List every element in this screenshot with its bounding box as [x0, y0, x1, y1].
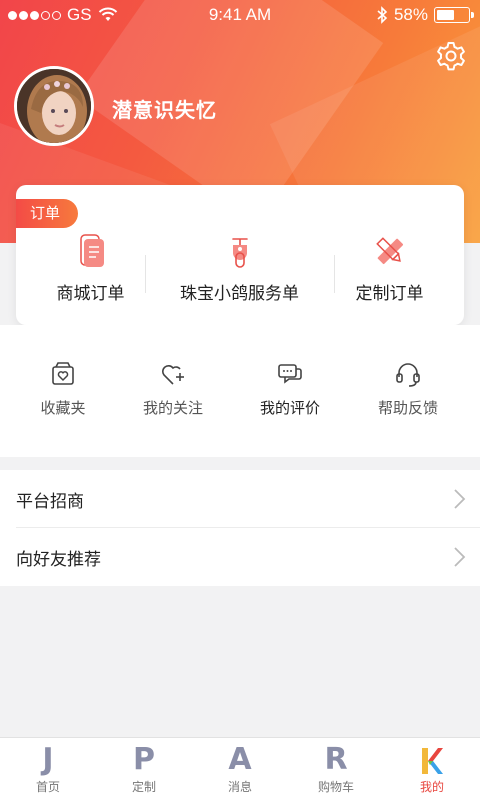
orders-tag: 订单 [16, 199, 78, 228]
quick-link-help[interactable]: 帮助反馈 [348, 360, 468, 418]
bluetooth-icon [377, 6, 388, 24]
order-item-label: 商城订单 [56, 284, 125, 303]
heart-folder-icon [52, 362, 74, 385]
document-icon [79, 234, 104, 267]
tab-custom-icon: P [133, 742, 155, 777]
menu-item-merchant[interactable]: 平台招商 [16, 470, 480, 528]
tab-label: 首页 [35, 780, 60, 794]
tab-mine-icon [384, 744, 480, 776]
tab-cart[interactable]: R 购物车 [288, 738, 384, 800]
quick-link-follow[interactable]: 我的关注 [113, 360, 233, 418]
order-card: 订单 商城订单 珠宝小鸽服务单 定制订单 [16, 185, 464, 325]
menu-item-label: 向好友推荐 [16, 550, 101, 569]
status-bar: GS 9:41 AM 58% [0, 0, 480, 30]
tab-messages-icon: A [228, 742, 252, 777]
order-item-service[interactable]: 珠宝小鸽服务单 [165, 231, 314, 311]
tab-bar: J 首页 P 定制 A 消息 R 购物车 我的 [0, 737, 480, 800]
tab-custom[interactable]: P 定制 [96, 738, 192, 800]
battery-percent: 58% [393, 5, 428, 24]
quick-link-favorites[interactable]: 收藏夹 [3, 360, 123, 418]
username[interactable]: 潜意识失忆 [112, 94, 217, 123]
heart-plus-icon [162, 365, 184, 385]
battery-icon [434, 7, 474, 23]
tab-home[interactable]: J 首页 [0, 738, 96, 800]
tab-label: 定制 [131, 780, 156, 794]
quick-link-reviews[interactable]: 我的评价 [230, 360, 350, 418]
scooter-icon [231, 238, 248, 268]
headset-icon [396, 363, 420, 387]
chat-bubbles-icon [278, 364, 302, 384]
tab-messages[interactable]: A 消息 [192, 738, 288, 800]
settings-gear-icon[interactable] [435, 40, 467, 72]
quick-link-label: 我的评价 [259, 400, 320, 417]
divider [145, 255, 146, 293]
tab-cart-icon: R [324, 742, 348, 777]
menu-item-label: 平台招商 [16, 492, 84, 511]
chevron-right-icon [454, 547, 466, 567]
tab-home-icon: J [42, 742, 54, 777]
battery-fill [437, 10, 454, 20]
menu-list: 平台招商 向好友推荐 [0, 470, 480, 586]
tab-mine[interactable]: 我的 [384, 738, 480, 800]
tab-label: 我的 [419, 780, 444, 794]
order-item-label: 定制订单 [355, 284, 424, 303]
order-item-custom[interactable]: 定制订单 [315, 231, 464, 311]
tab-label: 消息 [227, 780, 252, 794]
avatar[interactable] [14, 66, 94, 146]
chevron-right-icon [454, 489, 466, 509]
quick-link-label: 我的关注 [142, 400, 203, 417]
order-item-label: 珠宝小鸽服务单 [180, 284, 299, 303]
pencil-ruler-icon [375, 237, 403, 265]
quick-link-label: 帮助反馈 [377, 400, 438, 417]
order-item-mall[interactable]: 商城订单 [16, 231, 165, 311]
quick-link-label: 收藏夹 [40, 400, 86, 417]
tab-label: 购物车 [317, 780, 354, 794]
quick-links: 收藏夹 我的关注 我的评价 帮助反馈 [0, 325, 480, 457]
menu-item-recommend[interactable]: 向好友推荐 [16, 528, 480, 586]
